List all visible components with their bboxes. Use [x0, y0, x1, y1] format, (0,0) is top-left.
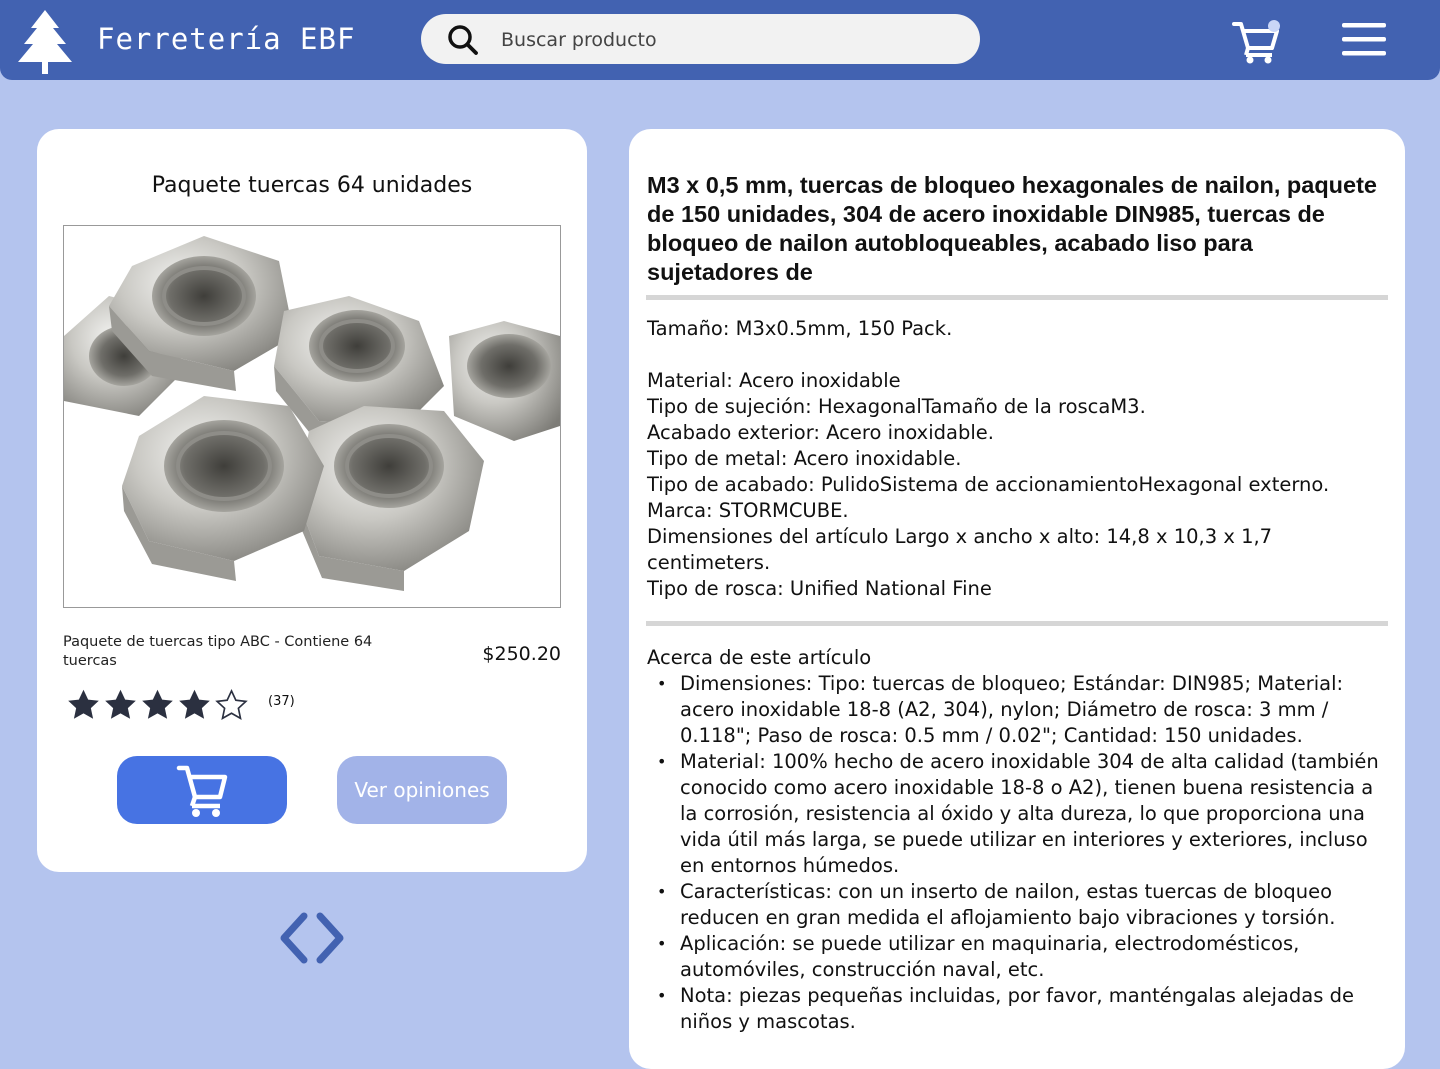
top-navigation-bar: Ferretería EBF [0, 0, 1440, 80]
product-description: Paquete de tuercas tipo ABC - Contiene 6… [63, 634, 373, 669]
spec-line: Acabado exterior: Acero inoxidable. [647, 421, 994, 444]
star-empty-icon[interactable] [213, 687, 250, 723]
spec-line: Tipo de rosca: Unified National Fine [647, 577, 992, 600]
view-reviews-button[interactable]: Ver opiniones [337, 756, 507, 824]
chevron-left-icon[interactable] [276, 910, 310, 966]
search-bar [421, 14, 980, 64]
about-section: Acerca de este artículo Dimensiones: Tip… [647, 645, 1389, 1035]
product-detail-card: M3 x 0,5 mm, tuercas de bloqueo hexagona… [629, 129, 1405, 1069]
product-specs: Tamaño: M3x0.5mm, 150 Pack. Material: Ac… [647, 316, 1387, 602]
about-title: Acerca de este artículo [647, 646, 872, 669]
pager-arrows [276, 910, 348, 966]
spec-line: Tipo de metal: Acero inoxidable. [647, 447, 962, 470]
search-icon[interactable] [447, 24, 479, 56]
list-item: Material: 100% hecho de acero inoxidable… [647, 749, 1389, 879]
divider [646, 295, 1388, 300]
cart-icon [176, 765, 228, 817]
list-item: Dimensiones: Tipo: tuercas de bloqueo; E… [647, 671, 1389, 749]
tree-logo-icon[interactable] [16, 8, 74, 74]
product-price: $250.20 [482, 643, 561, 665]
rating-stars[interactable] [65, 685, 250, 725]
brand-name[interactable]: Ferretería EBF [97, 22, 355, 56]
star-filled-icon[interactable] [139, 687, 176, 723]
size-line: Tamaño: M3x0.5mm, 150 Pack. [647, 317, 953, 340]
product-card-title: Paquete tuercas 64 unidades [151, 173, 473, 198]
spec-line: Dimensiones del artículo Largo x ancho x… [647, 525, 1273, 574]
spec-line: Marca: STORMCUBE. [647, 499, 849, 522]
list-item: Nota: piezas pequeñas incluidas, por fav… [647, 983, 1389, 1035]
star-filled-icon[interactable] [65, 687, 102, 723]
product-card: Paquete tuercas 64 unidades Paquete de t… [37, 129, 587, 872]
star-filled-icon[interactable] [102, 687, 139, 723]
search-input[interactable] [499, 24, 943, 56]
about-list: Dimensiones: Tipo: tuercas de bloqueo; E… [647, 671, 1389, 1035]
star-filled-icon[interactable] [176, 687, 213, 723]
notification-dot-icon [1268, 20, 1280, 32]
list-item: Aplicación: se puede utilizar en maquina… [647, 931, 1389, 983]
spec-line: Material: Acero inoxidable [647, 369, 901, 392]
chevron-right-icon[interactable] [314, 910, 348, 966]
spec-line: Tipo de acabado: PulidoSistema de accion… [647, 473, 1330, 496]
review-count: (37) [268, 694, 295, 709]
list-item: Características: con un inserto de nailo… [647, 879, 1389, 931]
spec-line: Tipo de sujeción: HexagonalTamaño de la … [647, 395, 1146, 418]
hex-nuts-image[interactable] [63, 225, 561, 608]
cart-icon[interactable] [1232, 18, 1284, 64]
product-detail-title: M3 x 0,5 mm, tuercas de bloqueo hexagona… [647, 172, 1378, 285]
hamburger-menu-icon[interactable] [1342, 20, 1386, 58]
add-to-cart-button[interactable] [117, 756, 287, 824]
divider [646, 621, 1388, 626]
